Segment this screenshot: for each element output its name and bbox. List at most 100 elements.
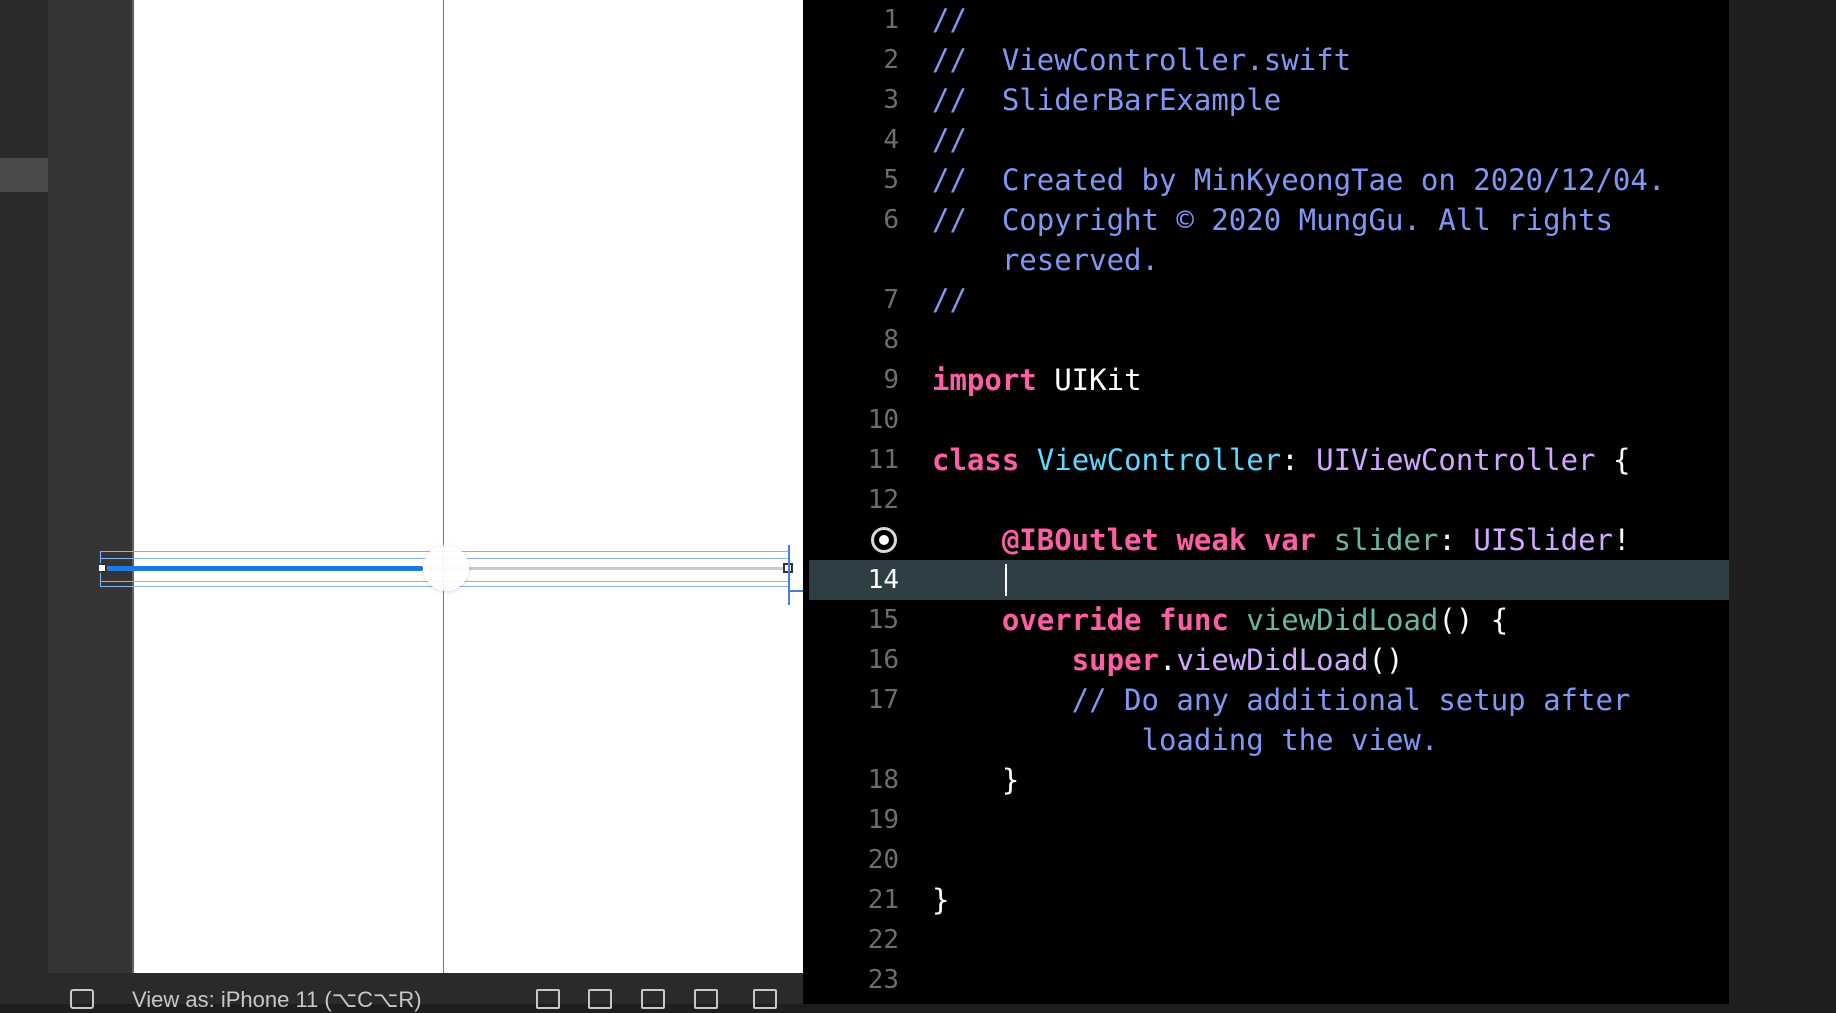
code-text: } bbox=[932, 760, 1019, 800]
line-number: 1 bbox=[883, 5, 899, 35]
code-line[interactable]: 11 class ViewController: UIViewController… bbox=[803, 440, 1729, 480]
code-line[interactable]: 17 // Do any additional setup after bbox=[803, 680, 1729, 720]
code-text: // SliderBarExample bbox=[932, 80, 1281, 120]
code-text: } bbox=[932, 880, 949, 920]
code-token: UIViewController bbox=[1316, 443, 1596, 477]
navigator-strip bbox=[0, 0, 84, 1004]
add-constraints-icon[interactable] bbox=[641, 989, 665, 1009]
line-number: 16 bbox=[867, 645, 899, 675]
line-number: 18 bbox=[867, 765, 899, 795]
line-number: 21 bbox=[867, 885, 899, 915]
code-token: . bbox=[1159, 643, 1177, 677]
code-token: override bbox=[1001, 603, 1142, 637]
code-text: // bbox=[932, 120, 967, 160]
code-line[interactable]: 1 // bbox=[803, 0, 1729, 40]
code-text: super.viewDidLoad() bbox=[932, 640, 1404, 680]
code-token: } bbox=[932, 883, 950, 917]
navigator-selected-row[interactable] bbox=[0, 158, 48, 192]
embed-in-icon[interactable] bbox=[753, 989, 777, 1009]
code-line[interactable]: 8 bbox=[803, 320, 1729, 360]
code-token: var bbox=[1263, 523, 1317, 557]
code-text: // Created by MinKyeongTae on 2020/12/04… bbox=[932, 160, 1665, 200]
code-text: // ViewController.swift bbox=[932, 40, 1351, 80]
code-token: ViewController bbox=[1036, 443, 1282, 477]
constraint-edge-icon bbox=[788, 545, 803, 605]
code-line[interactable]: 21} bbox=[803, 880, 1729, 920]
code-line[interactable]: 4 // bbox=[803, 120, 1729, 160]
code-token: // bbox=[932, 3, 967, 37]
code-text: loading the view. bbox=[932, 720, 1439, 760]
code-token: viewDidLoad bbox=[1176, 643, 1369, 677]
code-text: // bbox=[932, 0, 967, 40]
slider-thumb[interactable] bbox=[423, 545, 469, 591]
code-token: : bbox=[1281, 443, 1317, 477]
resize-handle-left[interactable] bbox=[97, 563, 107, 573]
view-as-device-button[interactable]: View as: iPhone 11 (⌥C⌥R) bbox=[132, 987, 422, 1013]
code-line[interactable]: 18 } bbox=[803, 760, 1729, 800]
code-token: { bbox=[1595, 443, 1631, 477]
code-line[interactable]: 19 bbox=[803, 800, 1729, 840]
slider-track-empty bbox=[423, 567, 787, 570]
code-token: // bbox=[932, 283, 967, 317]
code-line[interactable]: @IBOutlet weak var slider: UISlider! bbox=[803, 520, 1729, 560]
line-number: 11 bbox=[867, 445, 899, 475]
line-number: 7 bbox=[883, 285, 899, 315]
line-number: 9 bbox=[883, 365, 899, 395]
code-line[interactable]: 16 super.viewDidLoad() bbox=[803, 640, 1729, 680]
code-token: : bbox=[1438, 523, 1474, 557]
code-line[interactable]: loading the view. bbox=[803, 720, 1729, 760]
line-number: 12 bbox=[867, 485, 899, 515]
code-token: // Copyright © 2020 MungGu. All rights bbox=[932, 203, 1613, 237]
line-number: 22 bbox=[867, 925, 899, 955]
code-token: func bbox=[1159, 603, 1229, 637]
code-line[interactable]: 3 // SliderBarExample bbox=[803, 80, 1729, 120]
code-line[interactable]: 6 // Copyright © 2020 MungGu. All rights bbox=[803, 200, 1729, 240]
code-line[interactable]: 23 bbox=[803, 960, 1729, 1000]
line-number: 19 bbox=[867, 805, 899, 835]
code-line[interactable]: reserved. bbox=[803, 240, 1729, 280]
code-token: // SliderBarExample bbox=[932, 83, 1282, 117]
line-number: 8 bbox=[883, 325, 899, 355]
canvas-bottom-bar: View as: iPhone 11 (⌥C⌥R) bbox=[48, 973, 803, 1012]
align-icon[interactable] bbox=[588, 989, 612, 1009]
line-number: 2 bbox=[883, 45, 899, 75]
code-text: override func viewDidLoad() { bbox=[932, 600, 1508, 640]
line-number: 20 bbox=[867, 845, 899, 875]
code-line[interactable]: 15 override func viewDidLoad() { bbox=[803, 600, 1729, 640]
code-line[interactable]: 7 // bbox=[803, 280, 1729, 320]
document-outline-toggle-icon[interactable] bbox=[70, 989, 94, 1009]
code-token: import bbox=[932, 363, 1037, 397]
code-line[interactable]: 2 // ViewController.swift bbox=[803, 40, 1729, 80]
update-frames-icon[interactable] bbox=[536, 989, 560, 1009]
code-line[interactable]: 9 import UIKit bbox=[803, 360, 1729, 400]
code-line[interactable]: 5 // Created by MinKyeongTae on 2020/12/0… bbox=[803, 160, 1729, 200]
view-controller-scene[interactable] bbox=[132, 0, 853, 973]
code-token: } bbox=[932, 763, 1020, 797]
code-token: // ViewController.swift bbox=[932, 43, 1352, 77]
code-line[interactable]: 10 bbox=[803, 400, 1729, 440]
code-token: viewDidLoad bbox=[1246, 603, 1439, 637]
resolve-issues-icon[interactable] bbox=[694, 989, 718, 1009]
line-number: 14 bbox=[867, 565, 899, 595]
code-line[interactable]: 20 bbox=[803, 840, 1729, 880]
text-cursor bbox=[1005, 564, 1007, 596]
slider-track-filled bbox=[103, 566, 423, 571]
code-line[interactable]: 14 bbox=[803, 560, 1729, 600]
line-number: 23 bbox=[867, 965, 899, 995]
code-token: super bbox=[1071, 643, 1159, 677]
line-number: 4 bbox=[883, 125, 899, 155]
code-line[interactable]: 12 bbox=[803, 480, 1729, 520]
code-text: import UIKit bbox=[932, 360, 1142, 400]
code-token: ! bbox=[1613, 523, 1631, 557]
code-token: () bbox=[1368, 643, 1404, 677]
outlet-connection-icon[interactable] bbox=[871, 527, 897, 553]
code-token: reserved. bbox=[932, 243, 1159, 277]
code-line[interactable]: 22 bbox=[803, 920, 1729, 960]
